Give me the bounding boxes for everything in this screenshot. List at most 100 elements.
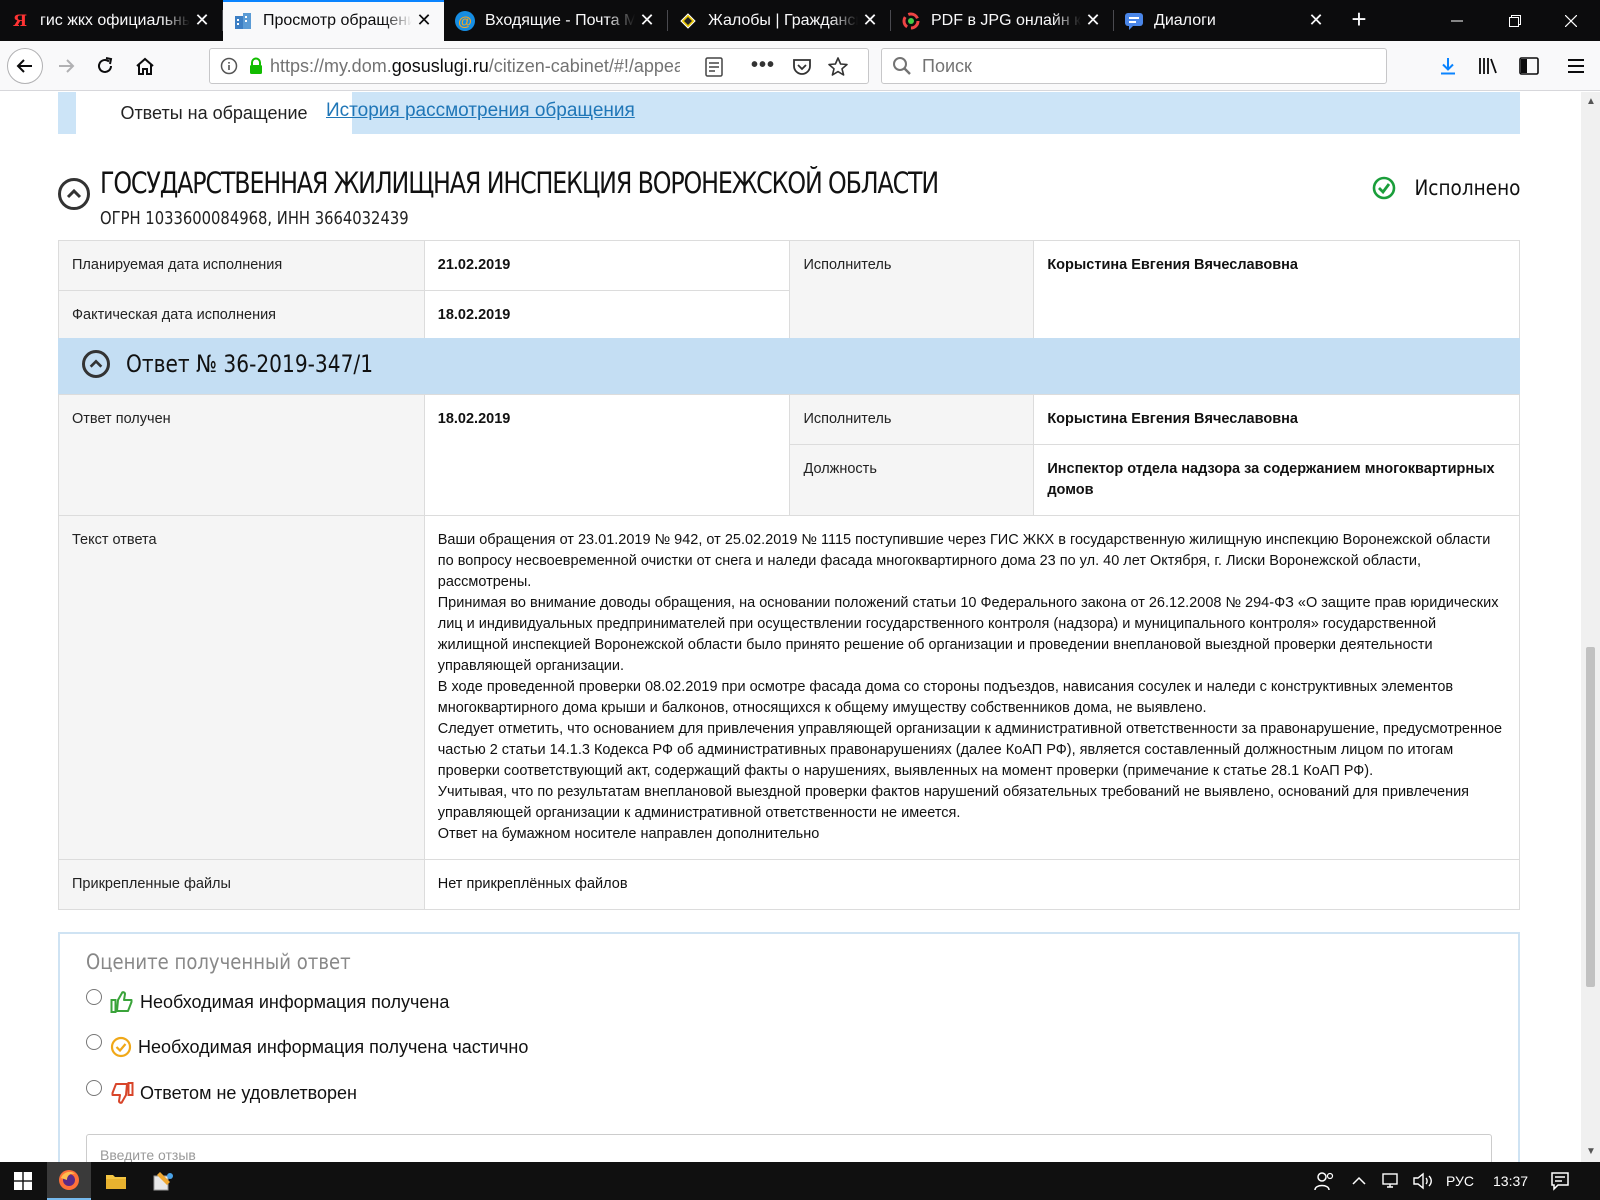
close-tab-icon[interactable]: ✕ bbox=[1304, 9, 1328, 33]
language-indicator[interactable]: РУС bbox=[1446, 1162, 1474, 1200]
answer-executor-label: Исполнитель bbox=[789, 394, 1035, 445]
organization-ids: ОГРН 1033600084968, ИНН 3664032439 bbox=[100, 208, 409, 229]
attached-files-label: Прикрепленные файлы bbox=[58, 859, 425, 910]
info-icon[interactable] bbox=[220, 57, 238, 75]
browser-tab-strip: Я гис жкх официальный ✕ Просмотр обращен… bbox=[0, 0, 1600, 41]
reload-icon[interactable] bbox=[87, 48, 123, 84]
browser-tab[interactable]: Я гис жкх официальный ✕ bbox=[0, 0, 222, 41]
answer-paragraph: Принимая во внимание доводы обращения, н… bbox=[437, 595, 1499, 674]
feedback-input[interactable] bbox=[86, 1134, 1492, 1162]
search-placeholder: Поиск bbox=[922, 55, 972, 76]
network-icon[interactable] bbox=[1381, 1162, 1401, 1200]
answer-executor-value: Корыстина Евгения Вячеславовна bbox=[1033, 394, 1520, 445]
close-tab-icon[interactable]: ✕ bbox=[858, 9, 882, 33]
tab-title: Жалобы | Гражданский bbox=[708, 11, 858, 30]
status-badge: Исполнено bbox=[1372, 176, 1520, 200]
file-explorer-icon[interactable] bbox=[94, 1162, 138, 1200]
rating-option-label: Необходимая информация получена bbox=[140, 991, 450, 1012]
action-center-icon[interactable] bbox=[1550, 1162, 1570, 1200]
reader-view-icon[interactable] bbox=[705, 57, 723, 77]
url-path: /citizen-cabinet/#!/appeal bbox=[488, 55, 680, 76]
answer-paragraph: Учитывая, что по результатам внеплановой… bbox=[437, 784, 1470, 821]
search-bar[interactable]: Поиск bbox=[881, 48, 1387, 84]
tab-title: PDF в JPG онлайн конвертер bbox=[931, 11, 1081, 30]
collapse-chevron-up-icon[interactable] bbox=[58, 178, 90, 210]
thumbs-down-icon bbox=[110, 1081, 134, 1105]
rating-option-partial[interactable]: Необходимая информация получена частично bbox=[86, 1034, 529, 1058]
building-icon bbox=[233, 11, 253, 31]
tab-title: Входящие - Почта Mail.ru bbox=[485, 11, 635, 30]
new-tab-button[interactable]: + bbox=[1345, 6, 1373, 34]
tray-chevron-up-icon[interactable] bbox=[1352, 1162, 1366, 1200]
answer-header: Ответ № 36-2019-347/1 bbox=[58, 338, 1520, 394]
scroll-up-arrow-icon[interactable]: ▲ bbox=[1586, 96, 1596, 107]
page-scrollbar[interactable]: ▲ ▼ bbox=[1581, 92, 1600, 1162]
diamond-icon bbox=[678, 11, 698, 31]
minimize-button[interactable] bbox=[1428, 0, 1486, 41]
forward-button[interactable] bbox=[48, 48, 84, 84]
back-button[interactable] bbox=[7, 48, 43, 84]
radio-button[interactable] bbox=[86, 1034, 102, 1050]
close-tab-icon[interactable]: ✕ bbox=[1081, 9, 1105, 33]
table-row: Ответ получен 18.02.2019 Исполнитель Кор… bbox=[58, 394, 1520, 516]
rating-option-unsatisfied[interactable]: Ответом не удовлетворен bbox=[86, 1080, 357, 1105]
scrollbar-thumb[interactable] bbox=[1586, 647, 1595, 987]
clock[interactable]: 13:37 bbox=[1493, 1162, 1528, 1200]
answer-text-label: Текст ответа bbox=[58, 515, 425, 860]
close-tab-icon[interactable]: ✕ bbox=[412, 9, 436, 33]
status-text: Исполнено bbox=[1413, 176, 1520, 200]
tab-separator bbox=[890, 10, 891, 31]
tab-history[interactable]: История рассмотрения обращения bbox=[326, 100, 635, 122]
summary-table: Планируемая дата исполнения 21.02.2019 И… bbox=[58, 240, 1520, 341]
appeal-subtabs: Ответы на обращение История рассмотрения… bbox=[58, 92, 1520, 134]
close-tab-icon[interactable]: ✕ bbox=[635, 9, 659, 33]
search-icon bbox=[892, 56, 912, 76]
windows-start-icon[interactable] bbox=[0, 1162, 46, 1200]
navigation-toolbar: https://my.dom.gosuslugi.ru/citizen-cabi… bbox=[0, 41, 1600, 91]
browser-tab-active[interactable]: Просмотр обращения ✕ bbox=[223, 0, 444, 41]
yandex-icon: Я bbox=[12, 11, 28, 30]
page-actions-icon[interactable]: ••• bbox=[751, 54, 775, 77]
tab-answers[interactable]: Ответы на обращение bbox=[76, 92, 352, 134]
tab-separator bbox=[222, 10, 223, 31]
rating-option-label: Необходимая информация получена частично bbox=[138, 1036, 529, 1057]
people-icon[interactable] bbox=[1314, 1162, 1334, 1200]
actual-date-value: 18.02.2019 bbox=[423, 290, 791, 341]
url-text: https://my.dom.gosuslugi.ru/citizen-cabi… bbox=[270, 56, 680, 77]
close-window-button[interactable] bbox=[1542, 0, 1600, 41]
browser-tab[interactable]: @ Входящие - Почта Mail.ru ✕ bbox=[445, 0, 667, 41]
address-bar[interactable]: https://my.dom.gosuslugi.ru/citizen-cabi… bbox=[209, 48, 869, 84]
volume-icon[interactable] bbox=[1412, 1162, 1434, 1200]
tab-separator bbox=[1113, 10, 1114, 31]
pocket-icon[interactable] bbox=[792, 57, 812, 77]
download-icon[interactable] bbox=[1430, 48, 1466, 84]
collapse-chevron-up-icon[interactable] bbox=[82, 350, 110, 378]
organization-header: ГОСУДАРСТВЕННАЯ ЖИЛИЩНАЯ ИНСПЕКЦИЯ ВОРОН… bbox=[58, 162, 1520, 232]
restore-button[interactable] bbox=[1486, 0, 1544, 41]
tab-separator bbox=[667, 10, 668, 31]
organization-name: ГОСУДАРСТВЕННАЯ ЖИЛИЩНАЯ ИНСПЕКЦИЯ ВОРОН… bbox=[100, 166, 939, 200]
close-tab-icon[interactable]: ✕ bbox=[190, 9, 214, 33]
library-icon[interactable] bbox=[1471, 48, 1507, 84]
sidebar-toggle-icon[interactable] bbox=[1511, 48, 1547, 84]
url-prefix: https://my.dom. bbox=[270, 55, 392, 76]
menu-icon[interactable] bbox=[1558, 48, 1594, 84]
radio-button[interactable] bbox=[86, 989, 102, 1005]
scroll-down-arrow-icon[interactable]: ▼ bbox=[1586, 1146, 1596, 1157]
received-value: 18.02.2019 bbox=[423, 394, 791, 516]
browser-tab[interactable]: Диалоги ✕ bbox=[1114, 0, 1336, 41]
answer-table: Ответ получен 18.02.2019 Исполнитель Кор… bbox=[58, 394, 1521, 910]
table-row: Прикрепленные файлы Нет прикреплённых фа… bbox=[58, 859, 1521, 910]
position-label: Должность bbox=[789, 444, 1035, 516]
paint-app-icon[interactable] bbox=[141, 1162, 185, 1200]
answer-paragraph: В ходе проведенной проверки 08.02.2019 п… bbox=[437, 679, 1454, 716]
tab-title: Просмотр обращения bbox=[263, 11, 412, 30]
bookmark-star-icon[interactable] bbox=[827, 56, 849, 78]
rating-option-received[interactable]: Необходимая информация получена bbox=[86, 989, 450, 1014]
browser-tab[interactable]: PDF в JPG онлайн конвертер ✕ bbox=[891, 0, 1113, 41]
check-circle-icon bbox=[1372, 176, 1396, 200]
browser-tab[interactable]: Жалобы | Гражданский ✕ bbox=[668, 0, 890, 41]
home-icon[interactable] bbox=[127, 48, 163, 84]
radio-button[interactable] bbox=[86, 1080, 102, 1096]
firefox-taskbar-icon[interactable] bbox=[47, 1162, 91, 1200]
